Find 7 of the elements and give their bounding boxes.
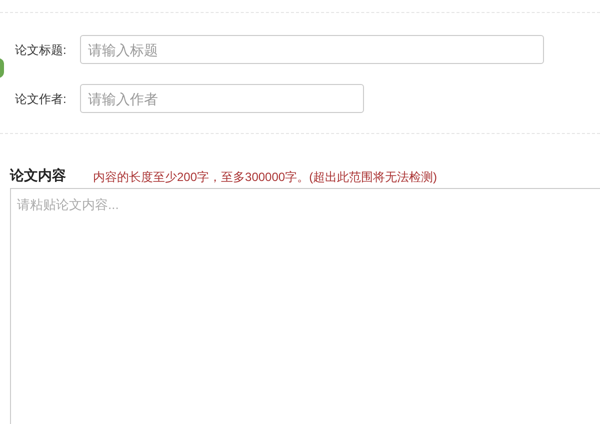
length-note: 内容的长度至少200字，至多300000字。(超出此范围将无法检测)	[93, 169, 438, 186]
content-textarea[interactable]: 请粘贴论文内容...	[10, 188, 600, 424]
field-label: 论文标题:	[15, 42, 68, 58]
field-label: 论文作者:	[15, 90, 68, 108]
section-heading: 论文内容	[10, 166, 67, 185]
text-field[interactable]: 请输入标题	[80, 35, 544, 64]
text-field[interactable]: 请输入作者	[80, 84, 364, 113]
